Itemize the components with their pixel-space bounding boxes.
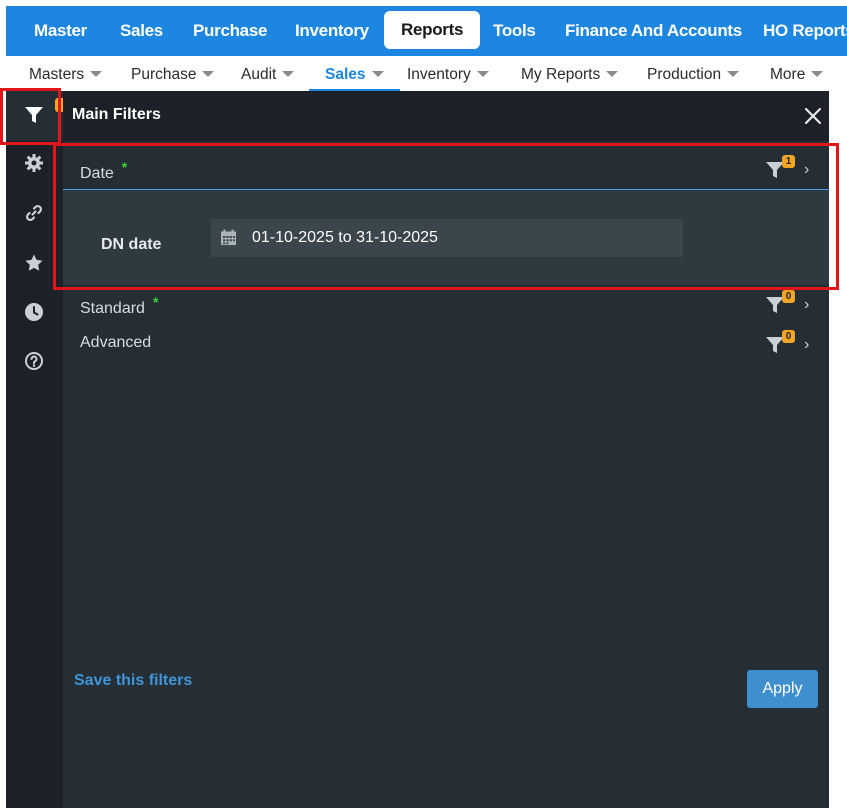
required-star: *: [121, 159, 128, 175]
sub-nav-audit[interactable]: Audit: [241, 56, 295, 89]
caret-down-icon: [606, 71, 619, 77]
sub-nav: Masters Purchase Audit Sales Inventory M…: [6, 56, 847, 91]
top-nav: Master Sales Purchase Inventory Reports …: [6, 6, 847, 56]
sub-nav-masters[interactable]: Masters: [29, 56, 103, 89]
sub-nav-inventory[interactable]: Inventory: [407, 56, 489, 89]
sub-nav-sales[interactable]: Sales: [309, 56, 400, 91]
close-icon[interactable]: [804, 107, 822, 125]
star-icon[interactable]: [23, 252, 45, 274]
sub-nav-purchase[interactable]: Purchase: [131, 56, 215, 89]
panel-header: Main Filters: [63, 91, 829, 141]
section-label: Date: [80, 165, 114, 182]
apply-button[interactable]: Apply: [747, 670, 818, 708]
calendar-icon: [221, 229, 236, 245]
sub-nav-more[interactable]: More: [770, 56, 824, 89]
dn-date-label: DN date: [101, 236, 162, 253]
caret-down-icon: [202, 71, 215, 77]
dn-date-input[interactable]: 01-10-2025 to 31-10-2025: [211, 219, 683, 257]
filter-section-advanced[interactable]: Advanced 0 ›: [80, 330, 812, 360]
top-nav-reports[interactable]: Reports: [384, 11, 481, 49]
top-nav-ho-reports[interactable]: HO Reports: [763, 6, 847, 56]
filter-section-date[interactable]: Date * 1 ›: [80, 155, 812, 185]
caret-down-icon: [727, 71, 740, 77]
section-label: Standard: [80, 300, 145, 317]
caret-down-icon: [371, 71, 384, 77]
date-range-value: 01-10-2025 to 31-10-2025: [252, 229, 438, 246]
gear-icon[interactable]: [23, 152, 45, 174]
filter-section-standard[interactable]: Standard * 0 ›: [80, 290, 812, 320]
caret-down-icon: [282, 71, 295, 77]
date-section-body: DN date 01-10-2025 to 31-10-2025: [63, 190, 829, 285]
main-filters-panel: Main Filters Date * 1 › DN date 01-10-202: [63, 91, 829, 808]
chevron-right-icon: ›: [804, 336, 810, 353]
chevron-right-icon: ›: [804, 296, 810, 313]
caret-down-icon: [476, 71, 489, 77]
save-filters-link[interactable]: Save this filters: [74, 672, 192, 690]
sub-nav-my-reports[interactable]: My Reports: [521, 56, 619, 89]
panel-title: Main Filters: [72, 106, 161, 123]
filter-count-badge: 1: [782, 155, 795, 168]
link-icon[interactable]: [23, 202, 45, 224]
top-nav-tools[interactable]: Tools: [493, 6, 536, 56]
filter-count-badge: 0: [782, 290, 795, 303]
top-nav-sales[interactable]: Sales: [120, 6, 163, 56]
clock-icon[interactable]: [23, 301, 45, 323]
sidebar-rail: [6, 91, 63, 808]
caret-down-icon: [90, 71, 103, 77]
chevron-right-icon: ›: [804, 161, 810, 178]
help-icon[interactable]: [23, 350, 45, 372]
filter-count-badge: [55, 98, 63, 112]
top-nav-inventory[interactable]: Inventory: [295, 6, 369, 56]
caret-down-icon: [811, 71, 824, 77]
sub-nav-production[interactable]: Production: [647, 56, 740, 89]
filter-count-badge: 0: [782, 330, 795, 343]
section-label: Advanced: [80, 334, 152, 351]
top-nav-master[interactable]: Master: [34, 6, 87, 56]
required-star: *: [152, 294, 159, 310]
top-nav-finance-and-accounts[interactable]: Finance And Accounts: [565, 6, 742, 56]
filter-icon[interactable]: [23, 104, 45, 126]
top-nav-purchase[interactable]: Purchase: [193, 6, 267, 56]
